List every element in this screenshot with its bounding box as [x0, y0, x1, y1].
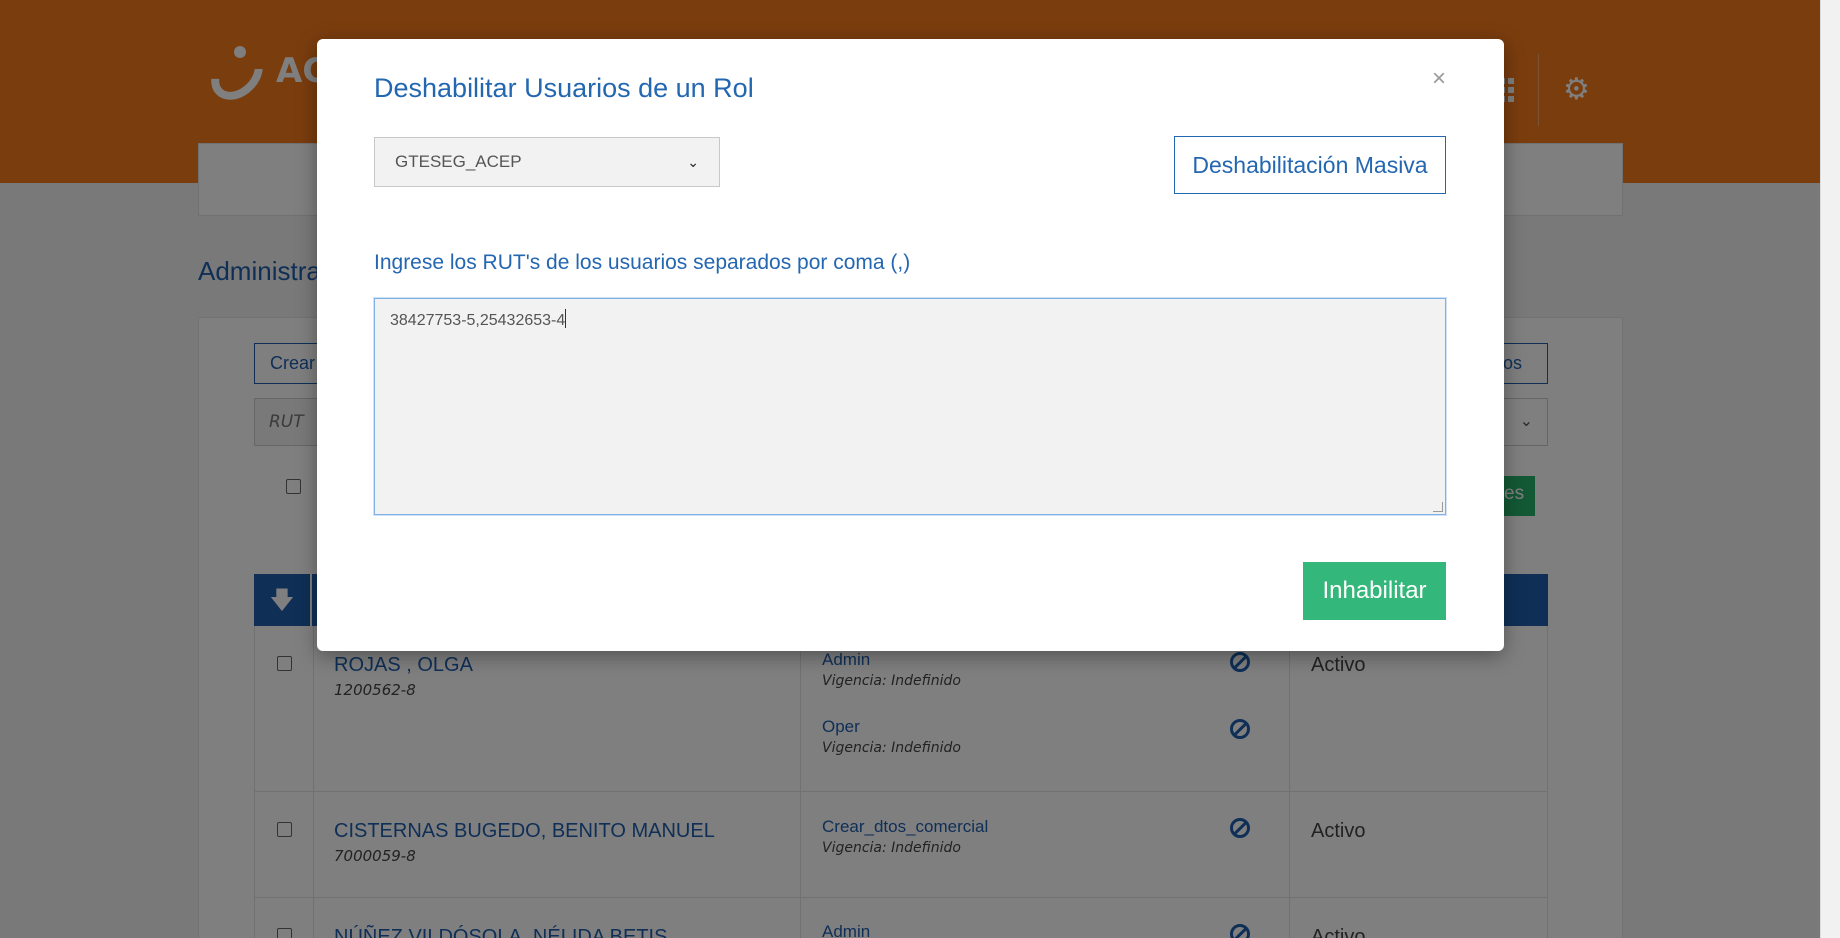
close-icon[interactable]: ×: [1427, 67, 1451, 91]
disable-users-modal: Deshabilitar Usuarios de un Rol × GTESEG…: [317, 39, 1504, 651]
text-caret: [565, 309, 567, 328]
mass-disable-button[interactable]: Deshabilitación Masiva: [1174, 136, 1446, 194]
ruts-label: Ingrese los RUT's de los usuarios separa…: [374, 251, 911, 274]
page-scrollbar[interactable]: [1820, 0, 1840, 938]
role-select-value: GTESEG_ACEP: [395, 152, 522, 171]
chevron-down-icon: ⌄: [687, 153, 699, 170]
ruts-textarea-value: 38427753-5,25432653-4: [390, 312, 566, 329]
role-select[interactable]: GTESEG_ACEP ⌄: [374, 137, 720, 187]
resize-handle-icon[interactable]: [1433, 502, 1443, 512]
disable-submit-button[interactable]: Inhabilitar: [1303, 562, 1446, 620]
ruts-textarea[interactable]: 38427753-5,25432653-4: [374, 298, 1446, 515]
modal-title: Deshabilitar Usuarios de un Rol: [374, 73, 754, 103]
